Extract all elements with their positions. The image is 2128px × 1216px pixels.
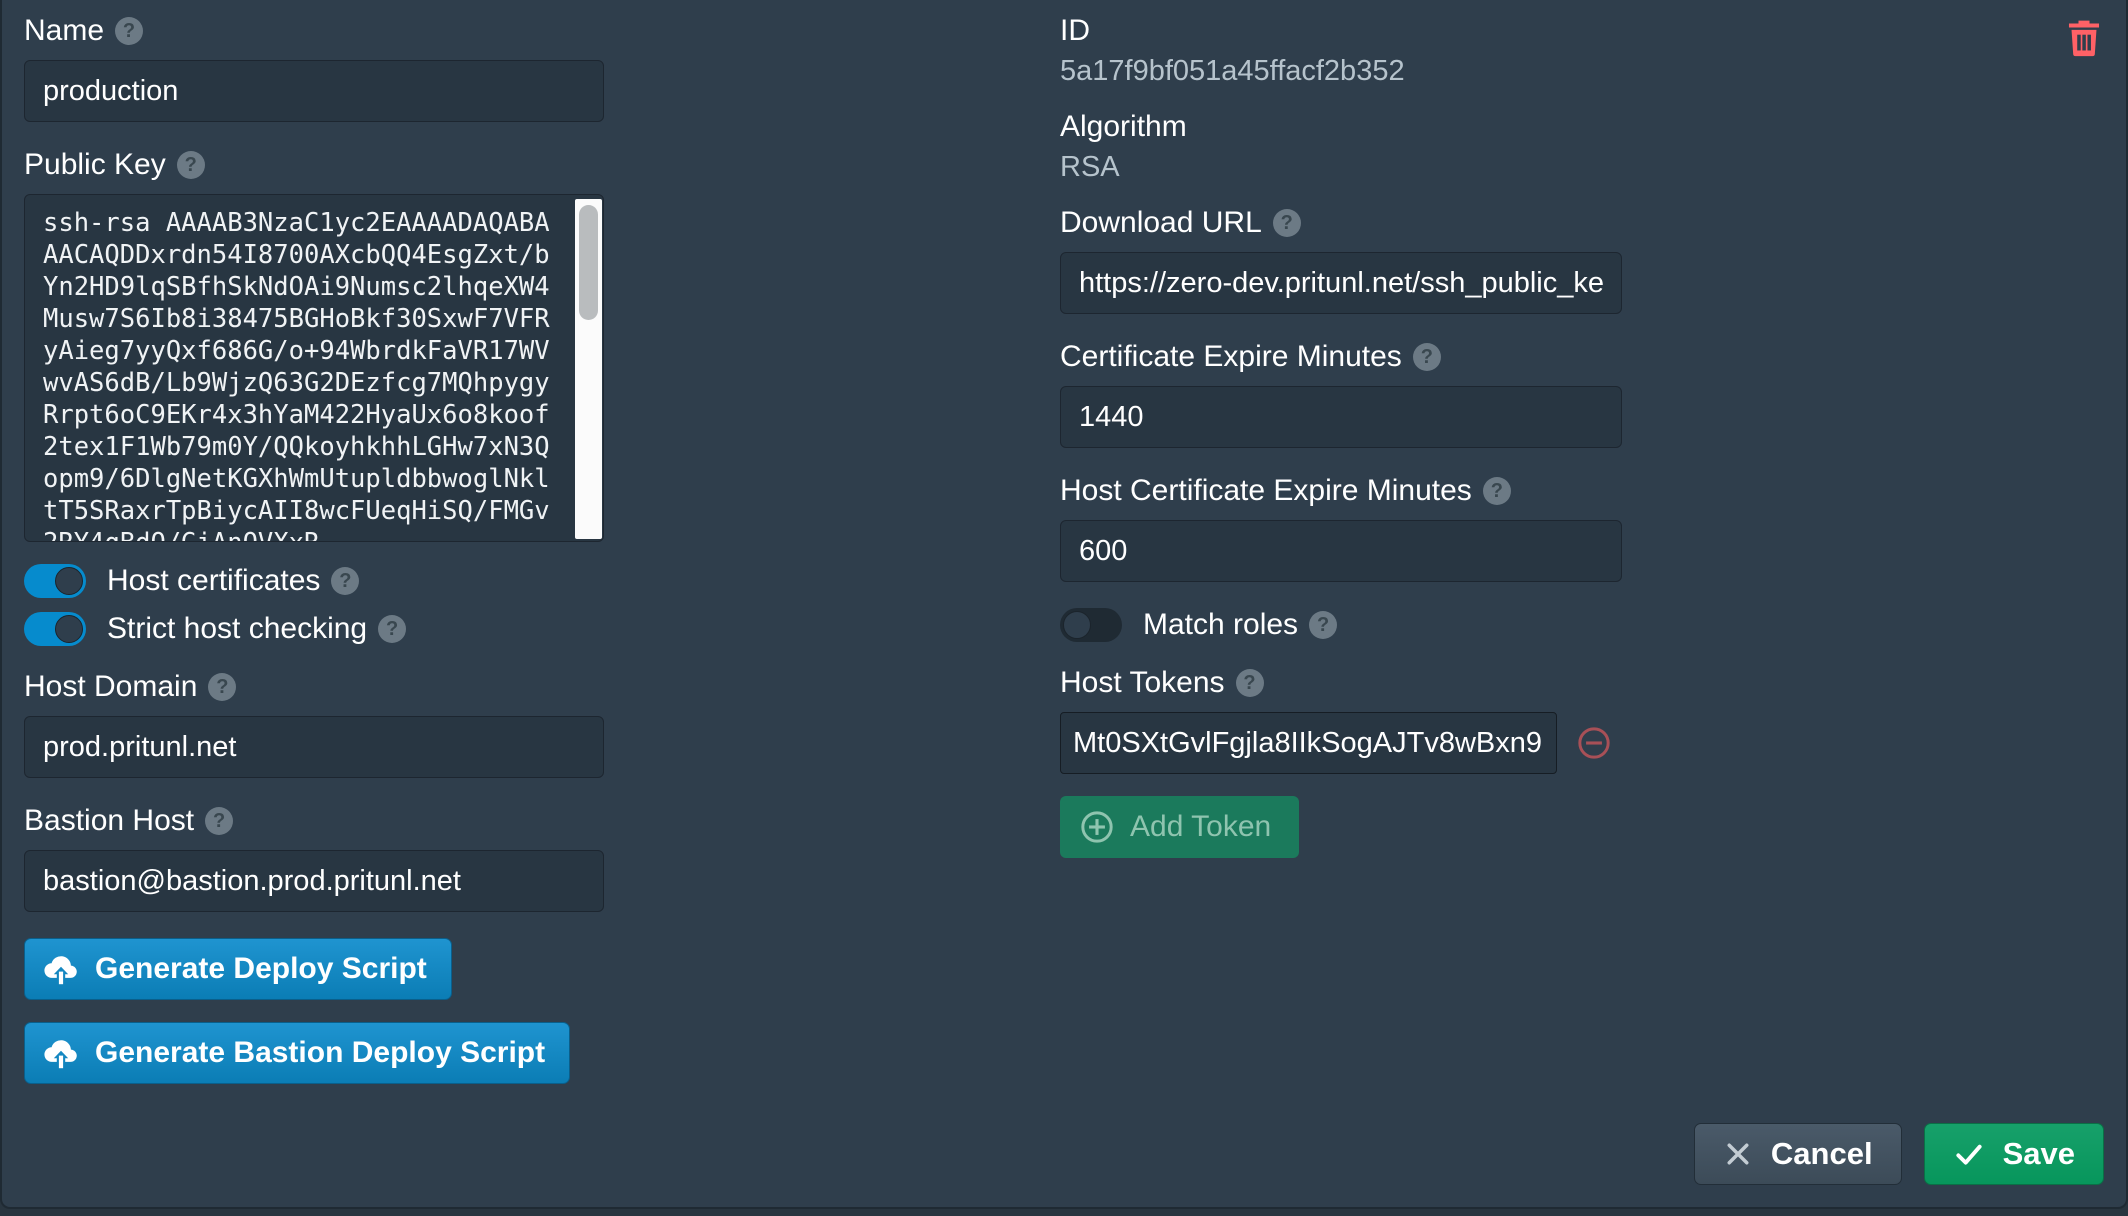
download-url-label: Download URL ? — [1060, 206, 1660, 240]
public-key-scrollbar-thumb[interactable] — [579, 205, 598, 320]
help-icon-host-certificate-expire-minutes[interactable]: ? — [1483, 477, 1511, 505]
strict-host-checking-toggle[interactable] — [24, 612, 86, 646]
host-certificate-expire-minutes-field-block: Host Certificate Expire Minutes ? — [1060, 474, 1660, 582]
algorithm-info-block: Algorithm RSA — [1060, 110, 1660, 184]
host-tokens-label: Host Tokens ? — [1060, 666, 1660, 700]
host-token-row — [1060, 712, 1660, 774]
strict-host-checking-row[interactable]: Strict host checking ? — [24, 612, 604, 646]
save-button[interactable]: Save — [1924, 1123, 2104, 1185]
right-column: ID 5a17f9bf051a45ffacf2b352 Algorithm RS… — [1060, 14, 1660, 858]
trash-icon[interactable] — [2062, 16, 2106, 60]
cloud-upload-icon — [43, 1037, 79, 1070]
help-icon-match-roles[interactable]: ? — [1309, 611, 1337, 639]
host-token-input[interactable] — [1060, 712, 1557, 774]
save-label: Save — [2003, 1136, 2075, 1172]
name-input[interactable] — [24, 60, 604, 122]
name-label: Name ? — [24, 14, 604, 48]
left-column: Name ? Public Key ? ssh-rsa AAAAB3NzaC1y… — [24, 14, 604, 1106]
cloud-upload-icon — [43, 953, 79, 986]
strict-host-checking-label: Strict host checking — [107, 612, 367, 646]
host-certificates-row[interactable]: Host certificates ? — [24, 564, 604, 598]
public-key-scrollbar[interactable] — [575, 199, 602, 539]
public-key-field-block: Public Key ? ssh-rsa AAAAB3NzaC1yc2EAAAA… — [24, 148, 604, 542]
host-domain-input[interactable] — [24, 716, 604, 778]
help-icon-host-certificates[interactable]: ? — [331, 567, 359, 595]
public-key-textarea-wrapper: ssh-rsa AAAAB3NzaC1yc2EAAAADAQABAAACAQDD… — [24, 194, 604, 542]
toggle-knob — [55, 567, 83, 595]
host-certificate-expire-minutes-label: Host Certificate Expire Minutes ? — [1060, 474, 1660, 508]
host-certificate-expire-minutes-label-text: Host Certificate Expire Minutes — [1060, 474, 1472, 508]
public-key-label-text: Public Key — [24, 148, 166, 182]
match-roles-row[interactable]: Match roles ? — [1060, 608, 1660, 642]
id-info-block: ID 5a17f9bf051a45ffacf2b352 — [1060, 14, 1660, 88]
host-certificates-label: Host certificates — [107, 564, 320, 598]
help-icon-host-tokens[interactable]: ? — [1236, 669, 1264, 697]
public-key-label: Public Key ? — [24, 148, 604, 182]
add-token-button[interactable]: Add Token — [1060, 796, 1299, 858]
close-icon — [1723, 1139, 1753, 1169]
certificate-expire-minutes-label: Certificate Expire Minutes ? — [1060, 340, 1660, 374]
toggle-knob — [1063, 611, 1091, 639]
match-roles-toggle[interactable] — [1060, 608, 1122, 642]
help-icon-strict-host-checking[interactable]: ? — [378, 615, 406, 643]
generate-bastion-deploy-script-button[interactable]: Generate Bastion Deploy Script — [24, 1022, 570, 1084]
host-domain-label: Host Domain ? — [24, 670, 604, 704]
help-icon-name[interactable]: ? — [115, 17, 143, 45]
host-certificates-toggle[interactable] — [24, 564, 86, 598]
bastion-host-label: Bastion Host ? — [24, 804, 604, 838]
host-certificate-expire-minutes-input[interactable] — [1060, 520, 1622, 582]
toggle-knob — [55, 615, 83, 643]
cancel-label: Cancel — [1771, 1136, 1873, 1172]
cancel-button[interactable]: Cancel — [1694, 1123, 1902, 1185]
generate-deploy-script-button[interactable]: Generate Deploy Script — [24, 938, 452, 1000]
name-field-block: Name ? — [24, 14, 604, 122]
help-icon-public-key[interactable]: ? — [177, 151, 205, 179]
certificate-expire-minutes-label-text: Certificate Expire Minutes — [1060, 340, 1402, 374]
id-value: 5a17f9bf051a45ffacf2b352 — [1060, 54, 1660, 88]
check-icon — [1953, 1138, 1985, 1170]
plus-circle-icon — [1080, 810, 1114, 844]
host-domain-field-block: Host Domain ? — [24, 670, 604, 778]
help-icon-bastion-host[interactable]: ? — [205, 807, 233, 835]
certificate-expire-minutes-input[interactable] — [1060, 386, 1622, 448]
ssh-authority-settings-panel: Name ? Public Key ? ssh-rsa AAAAB3NzaC1y… — [0, 0, 2128, 1209]
name-label-text: Name — [24, 14, 104, 48]
bastion-host-label-text: Bastion Host — [24, 804, 194, 838]
minus-circle-icon[interactable] — [1577, 726, 1611, 760]
algorithm-value: RSA — [1060, 150, 1660, 184]
bastion-host-field-block: Bastion Host ? — [24, 804, 604, 912]
help-icon-certificate-expire-minutes[interactable]: ? — [1413, 343, 1441, 371]
host-domain-label-text: Host Domain — [24, 670, 197, 704]
download-url-input[interactable] — [1060, 252, 1622, 314]
generate-bastion-deploy-script-label: Generate Bastion Deploy Script — [95, 1036, 545, 1070]
id-label: ID — [1060, 14, 1660, 48]
download-url-field-block: Download URL ? — [1060, 206, 1660, 314]
generate-deploy-script-label: Generate Deploy Script — [95, 952, 427, 986]
help-icon-host-domain[interactable]: ? — [208, 673, 236, 701]
host-tokens-field-block: Host Tokens ? — [1060, 666, 1660, 858]
add-token-label: Add Token — [1130, 810, 1271, 844]
host-tokens-label-text: Host Tokens — [1060, 666, 1225, 700]
algorithm-label: Algorithm — [1060, 110, 1660, 144]
help-icon-download-url[interactable]: ? — [1273, 209, 1301, 237]
certificate-expire-minutes-field-block: Certificate Expire Minutes ? — [1060, 340, 1660, 448]
footer-actions: Cancel Save — [1694, 1123, 2104, 1185]
public-key-textarea[interactable]: ssh-rsa AAAAB3NzaC1yc2EAAAADAQABAAACAQDD… — [24, 194, 604, 542]
download-url-label-text: Download URL — [1060, 206, 1262, 240]
match-roles-label: Match roles — [1143, 608, 1298, 642]
bastion-host-input[interactable] — [24, 850, 604, 912]
